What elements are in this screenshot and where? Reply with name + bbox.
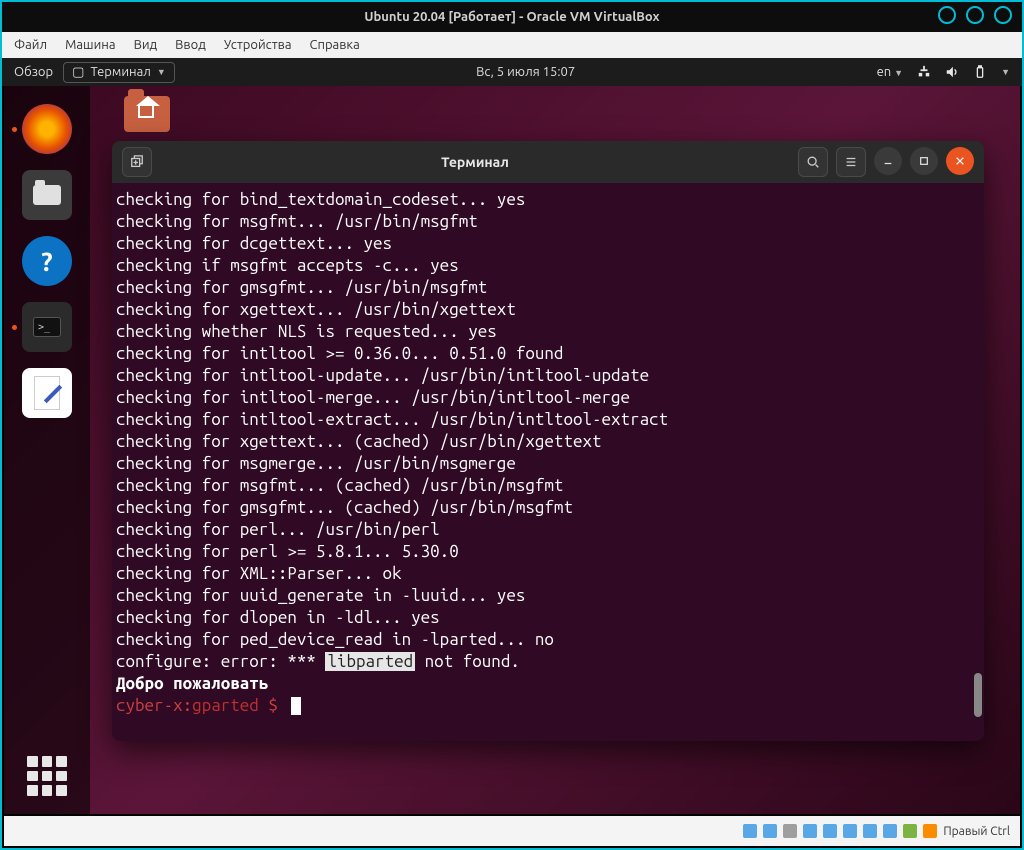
help-icon[interactable]: ? xyxy=(22,236,72,286)
status-guest-additions-icon[interactable] xyxy=(903,824,917,838)
window-title: Ubuntu 20.04 [Работает] - Oracle VM Virt… xyxy=(364,10,659,24)
volume-icon[interactable] xyxy=(945,65,959,79)
hostkey-indicator[interactable]: Правый Ctrl xyxy=(943,825,1010,838)
status-usb-icon[interactable] xyxy=(823,824,837,838)
menu-input[interactable]: Ввод xyxy=(175,38,206,52)
scrollbar[interactable] xyxy=(974,673,982,717)
dock: ? >_ xyxy=(4,86,90,814)
gnome-top-bar: Обзор ▢ Терминал ▼ Вс, 5 июля 15:07 en ▼… xyxy=(2,58,1022,86)
error-highlight: libparted xyxy=(325,652,415,671)
clock[interactable]: Вс, 5 июля 15:07 xyxy=(175,65,877,79)
language-indicator[interactable]: en ▼ xyxy=(877,65,904,79)
activities-button[interactable]: Обзор xyxy=(14,65,53,79)
status-shared-folder-icon[interactable] xyxy=(843,824,857,838)
app-menu-label: Терминал xyxy=(90,65,150,79)
virtualbox-titlebar: Ubuntu 20.04 [Работает] - Oracle VM Virt… xyxy=(2,2,1022,32)
minimize-button[interactable] xyxy=(874,147,902,175)
menu-devices[interactable]: Устройства xyxy=(224,38,292,52)
home-folder-icon[interactable] xyxy=(124,96,170,132)
error-suffix: not found. xyxy=(415,652,520,671)
menu-help[interactable]: Справка xyxy=(310,38,360,52)
chevron-down-icon: ▼ xyxy=(1001,67,1010,77)
hamburger-menu-button[interactable] xyxy=(836,147,866,177)
terminal-title: Терминал xyxy=(162,154,788,170)
show-applications-icon[interactable] xyxy=(27,756,67,796)
virtualbox-menu-bar: Файл Машина Вид Ввод Устройства Справка xyxy=(2,32,1022,58)
menu-view[interactable]: Вид xyxy=(134,38,158,52)
welcome-text: Добро пожаловать xyxy=(116,674,268,693)
prompt-user: cyber-x xyxy=(116,696,183,715)
maximize-icon[interactable] xyxy=(966,6,984,24)
status-recording-icon[interactable] xyxy=(883,824,897,838)
status-network-icon[interactable] xyxy=(803,824,817,838)
app-menu[interactable]: ▢ Терминал ▼ xyxy=(63,62,175,83)
battery-icon[interactable] xyxy=(973,65,987,79)
maximize-button[interactable] xyxy=(910,147,938,175)
prompt-sep: : xyxy=(183,696,193,715)
close-icon[interactable] xyxy=(994,6,1012,24)
menu-file[interactable]: Файл xyxy=(14,38,47,52)
terminal-window: Терминал checking for bind_textd xyxy=(112,141,984,741)
status-audio-icon[interactable] xyxy=(783,824,797,838)
terminal-titlebar[interactable]: Терминал xyxy=(112,141,984,183)
minimize-icon[interactable] xyxy=(938,6,956,24)
terminal-icon[interactable]: >_ xyxy=(22,302,72,352)
terminal-small-icon: ▢ xyxy=(72,65,84,80)
prompt-cwd: gparted xyxy=(192,696,259,715)
chevron-down-icon: ▼ xyxy=(157,67,166,77)
new-tab-button[interactable] xyxy=(122,147,152,177)
system-tray[interactable]: en ▼ ▼ xyxy=(877,65,1010,79)
terminal-body[interactable]: checking for bind_textdomain_codeset... … xyxy=(112,183,984,741)
status-mouse-icon[interactable] xyxy=(923,824,937,838)
cursor xyxy=(291,697,301,715)
search-button[interactable] xyxy=(798,147,828,177)
window-controls[interactable] xyxy=(938,6,1012,24)
close-button[interactable] xyxy=(946,147,974,175)
status-optical-icon[interactable] xyxy=(763,824,777,838)
prompt-symbol: $ xyxy=(259,696,288,715)
firefox-icon[interactable] xyxy=(22,104,72,154)
text-editor-icon[interactable] xyxy=(22,368,72,418)
status-display-icon[interactable] xyxy=(863,824,877,838)
menu-machine[interactable]: Машина xyxy=(65,38,116,52)
network-icon[interactable] xyxy=(917,65,931,79)
guest-desktop: ? >_ Терминал xyxy=(4,86,1020,814)
error-prefix: configure: error: *** xyxy=(116,652,325,671)
virtualbox-status-bar: Правый Ctrl xyxy=(4,816,1020,846)
files-icon[interactable] xyxy=(22,170,72,220)
status-hdd-icon[interactable] xyxy=(743,824,757,838)
